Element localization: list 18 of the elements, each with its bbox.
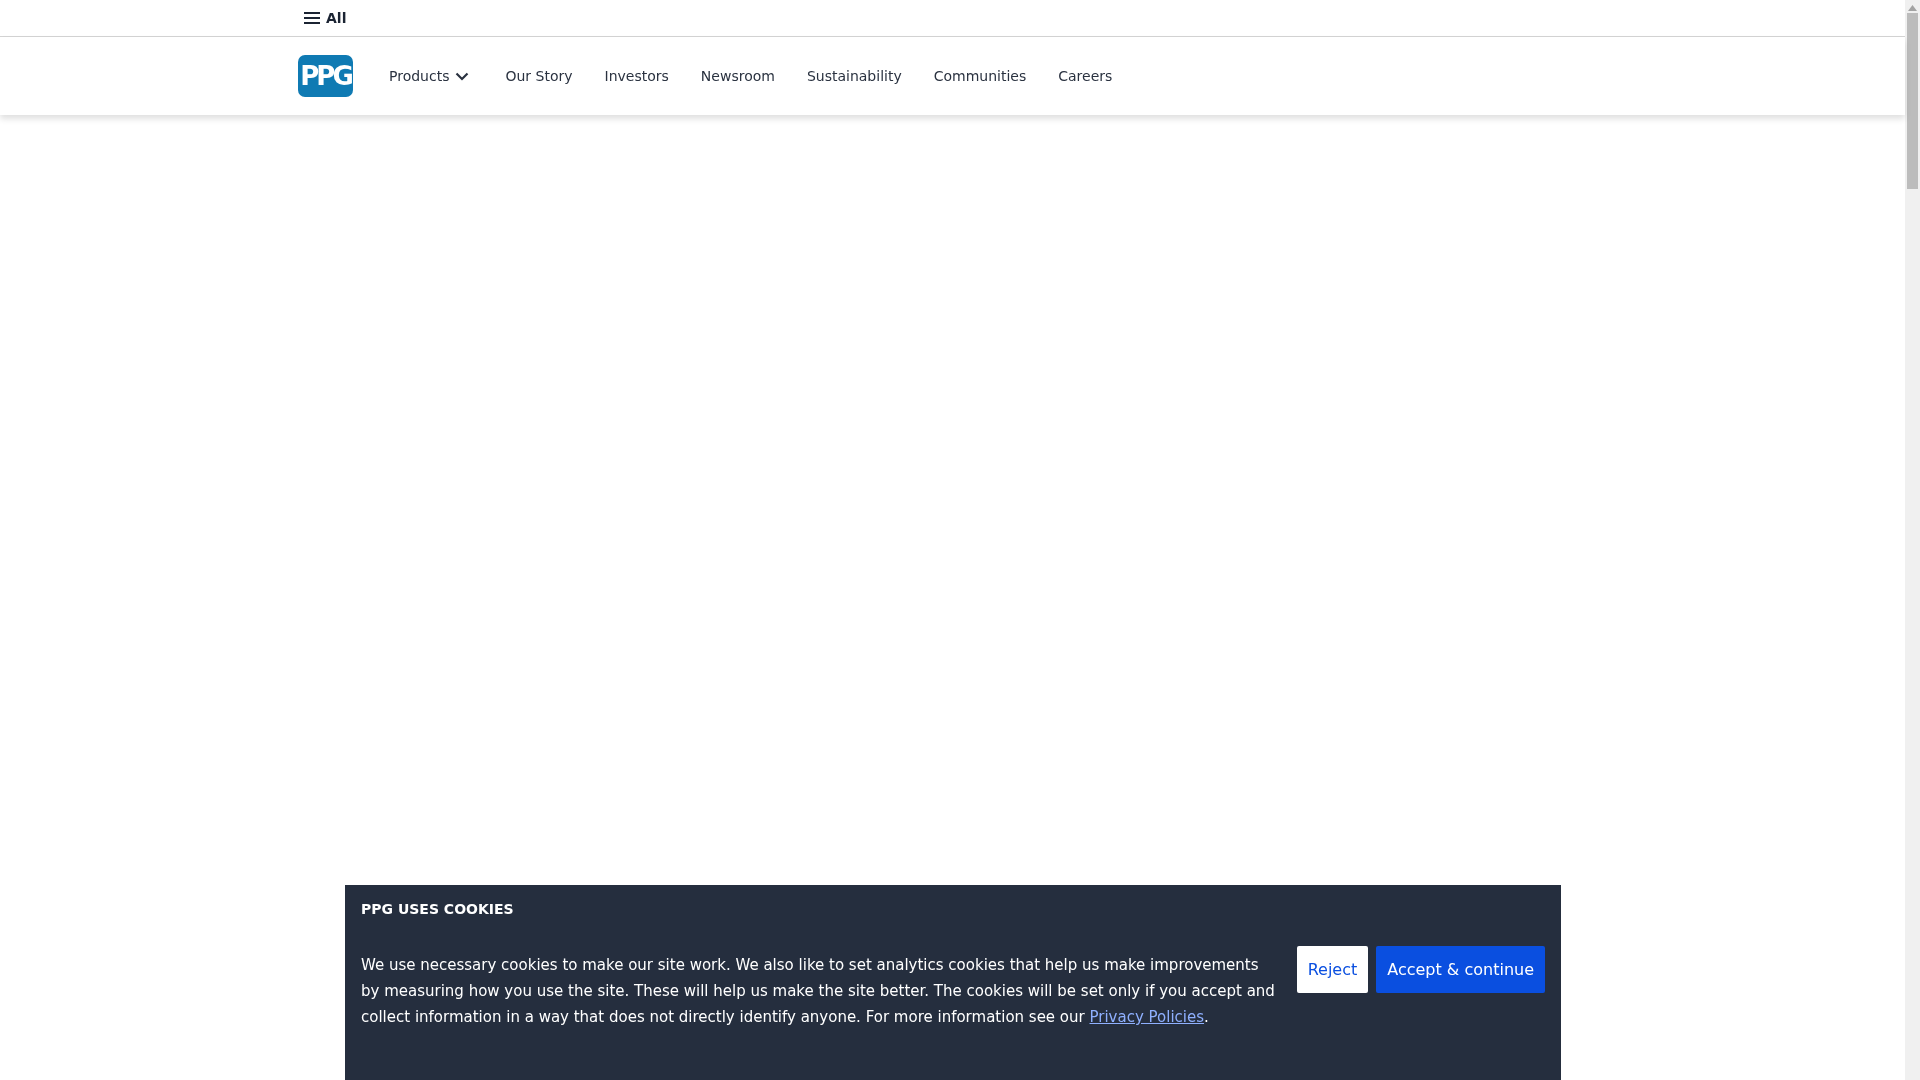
nav-link[interactable]: Sustainability [790,68,918,84]
scroll-up-icon[interactable] [1908,5,1917,11]
cookie-notice-text: We use necessary cookies to make our site work. We also like to set analytics cookies that help us make improvements by measuring how you use the site. These will help us make the site better. The cookies will be set only if you accept and collect information in a way that does not directly identify anyone. For more information see our Privacy Policies. [361,955,1276,1028]
ppg-logo[interactable]: PPG [298,55,353,97]
nav-link[interactable]: Newsroom [684,68,791,84]
scrollbar[interactable] [1905,0,1920,1080]
cookie-banner-title: PPG USES COOKIES [361,901,515,917]
accept-button[interactable]: Accept & continue [1376,946,1545,993]
all-menu-button[interactable]: All [304,10,347,26]
nav-link[interactable]: Communities [917,68,1043,84]
nav-link[interactable]: Investors [588,68,685,84]
menu-icon [304,12,320,24]
nav-link[interactable]: Our Story [489,68,589,84]
nav-link[interactable]: Careers [1042,68,1129,84]
nav-link[interactable]: Products [373,68,486,84]
scrollbar-thumb[interactable] [1907,13,1918,189]
reject-button[interactable]: Reject [1296,946,1369,993]
chevron-down-icon [455,71,470,81]
